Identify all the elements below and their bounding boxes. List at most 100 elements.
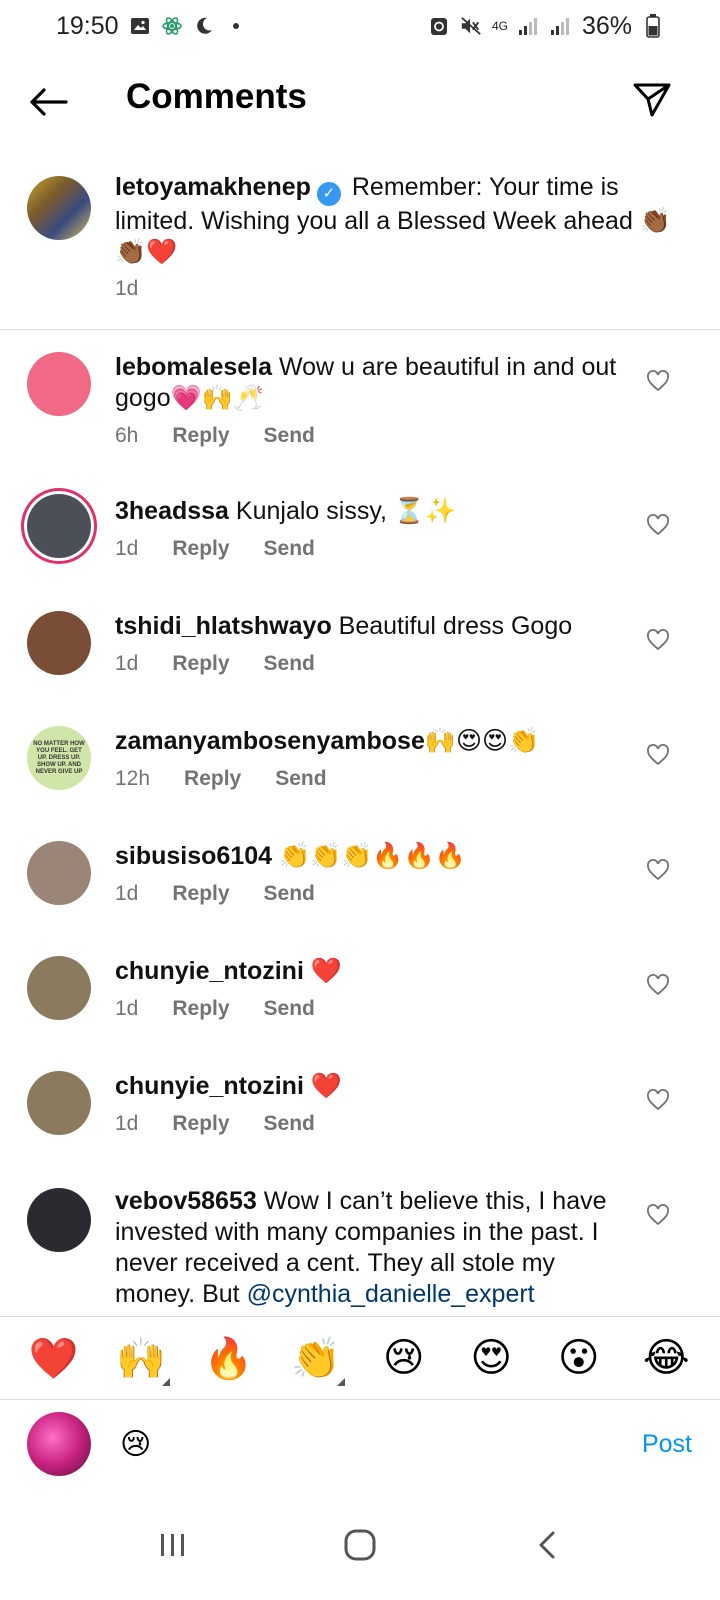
comment-text: tshidi_hlatshwayo Beautiful dress Gogo [115, 611, 635, 642]
back-nav-button[interactable] [517, 1515, 577, 1575]
comment-meta: 1d Reply Send [115, 537, 315, 561]
avatar[interactable] [27, 494, 91, 558]
comment-time: 1d [115, 537, 139, 560]
gallery-icon [129, 15, 151, 37]
comment-emojis: ❤️ [310, 1072, 342, 1100]
avatar-quote-text: NO MATTER HOW YOU FEEL. GET UP. DRESS UP… [33, 740, 85, 775]
heart-icon[interactable] [646, 514, 670, 536]
comment-username[interactable]: 3headssa [115, 497, 229, 525]
comment-time: 12h [115, 767, 151, 790]
heart-icon[interactable] [646, 370, 670, 392]
comment-body: Beautiful dress Gogo [338, 612, 573, 640]
comment-body: Kunjalo sissy, [235, 497, 387, 525]
reply-button[interactable]: Reply [184, 767, 241, 791]
reply-button[interactable]: Reply [172, 997, 229, 1021]
emoji-fire-button[interactable]: 🔥 [194, 1335, 264, 1382]
avatar [27, 1412, 91, 1476]
avatar[interactable] [27, 352, 91, 416]
status-time: 19:50 [56, 11, 119, 40]
reply-button[interactable]: Reply [172, 1112, 229, 1136]
comment-username[interactable]: sibusiso6104 [115, 842, 272, 870]
back-button[interactable] [26, 82, 70, 122]
heart-icon[interactable] [646, 1089, 670, 1111]
comment-meta: 1d Reply Send [115, 997, 315, 1021]
back-arrow-icon [30, 88, 68, 116]
send-button[interactable]: Send [264, 537, 315, 561]
heart-icon[interactable] [646, 1204, 670, 1226]
post-button[interactable]: Post [642, 1430, 692, 1459]
heart-icon[interactable] [646, 859, 670, 881]
reply-button[interactable]: Reply [172, 537, 229, 561]
comment-username[interactable]: tshidi_hlatshwayo [115, 612, 332, 640]
emoji-glyph: 🙌 [116, 1336, 167, 1381]
comment-username[interactable]: lebomalesela [115, 353, 272, 381]
comment-username[interactable]: zamanyambosenyambose [115, 727, 425, 755]
status-right: 4G 36% [428, 12, 664, 41]
status-bar: 19:50 4G 36% [0, 0, 720, 52]
comment-meta: 1d Reply Send [115, 882, 315, 906]
signal-2-icon [550, 15, 572, 37]
comment-text: vebov58653 Wow I can’t believe this, I h… [115, 1186, 615, 1310]
comment-time: 1d [115, 882, 139, 905]
emoji-tears-of-joy-button[interactable]: 😂 [631, 1335, 701, 1381]
avatar[interactable] [27, 176, 91, 240]
comment-time: 6h [115, 424, 139, 447]
heart-icon[interactable] [646, 974, 670, 996]
status-left: 19:50 [56, 12, 247, 41]
back-chevron-icon [539, 1531, 555, 1559]
caption-time: 1d [115, 277, 139, 300]
avatar[interactable] [27, 956, 91, 1020]
recent-apps-icon [161, 1534, 185, 1556]
system-nav-bar [0, 1490, 720, 1600]
heart-icon[interactable] [646, 629, 670, 651]
send-button[interactable]: Send [275, 767, 326, 791]
emoji-raised-hands-button[interactable]: 🙌 [106, 1335, 176, 1386]
send-button[interactable]: Send [264, 1112, 315, 1136]
verified-badge-icon: ✓ [316, 181, 341, 206]
avatar[interactable] [27, 1071, 91, 1135]
reply-button[interactable]: Reply [172, 652, 229, 676]
atom-icon [161, 15, 183, 37]
network-type-label: 4G [491, 18, 508, 33]
comment-username[interactable]: chunyie_ntozini [115, 1072, 304, 1100]
comment-composer: Post [0, 1400, 720, 1488]
data-saver-icon [428, 15, 450, 37]
skin-tone-indicator-icon [162, 1377, 171, 1386]
emoji-heart-eyes-button[interactable]: 😍 [456, 1335, 526, 1381]
avatar[interactable]: NO MATTER HOW YOU FEEL. GET UP. DRESS UP… [27, 726, 91, 790]
comment-time: 1d [115, 1112, 139, 1135]
page-title: Comments [126, 77, 307, 116]
mute-icon [460, 15, 482, 37]
comment-emojis: 🙌😍😍👏 [424, 727, 540, 755]
caption-username[interactable]: letoyamakhenep [115, 173, 311, 201]
comment-emojis: ⏳✨ [393, 497, 457, 525]
share-button[interactable] [632, 80, 676, 124]
avatar[interactable] [27, 841, 91, 905]
comment-username[interactable]: chunyie_ntozini [115, 957, 304, 985]
home-icon [344, 1529, 376, 1561]
avatar[interactable] [27, 1188, 91, 1252]
avatar[interactable] [27, 611, 91, 675]
quick-emoji-bar: ❤️ 🙌 🔥 👏 😢 😍 😮 😂 [0, 1316, 720, 1400]
home-button[interactable] [330, 1515, 390, 1575]
comment-text: zamanyambosenyambose🙌😍😍👏 [115, 726, 635, 757]
comment-meta: 6h Reply Send [115, 424, 315, 448]
emoji-clap-button[interactable]: 👏 [281, 1335, 351, 1386]
comment-meta: 1d Reply Send [115, 1112, 315, 1136]
send-button[interactable]: Send [264, 652, 315, 676]
mention-link[interactable]: @cynthia_danielle_expert [247, 1280, 535, 1308]
heart-icon[interactable] [646, 744, 670, 766]
header: Comments [0, 62, 720, 138]
comment-text: 3headssa Kunjalo sissy, ⏳✨ [115, 496, 635, 527]
reply-button[interactable]: Reply [172, 424, 229, 448]
recent-apps-button[interactable] [143, 1515, 203, 1575]
emoji-heart-button[interactable]: ❤️ [19, 1335, 89, 1382]
emoji-crying-button[interactable]: 😢 [369, 1335, 439, 1381]
reply-button[interactable]: Reply [172, 882, 229, 906]
send-button[interactable]: Send [264, 882, 315, 906]
send-button[interactable]: Send [264, 997, 315, 1021]
comment-input[interactable] [120, 1424, 590, 1464]
comment-username[interactable]: vebov58653 [115, 1187, 257, 1215]
emoji-surprised-button[interactable]: 😮 [544, 1335, 614, 1381]
send-button[interactable]: Send [264, 424, 315, 448]
